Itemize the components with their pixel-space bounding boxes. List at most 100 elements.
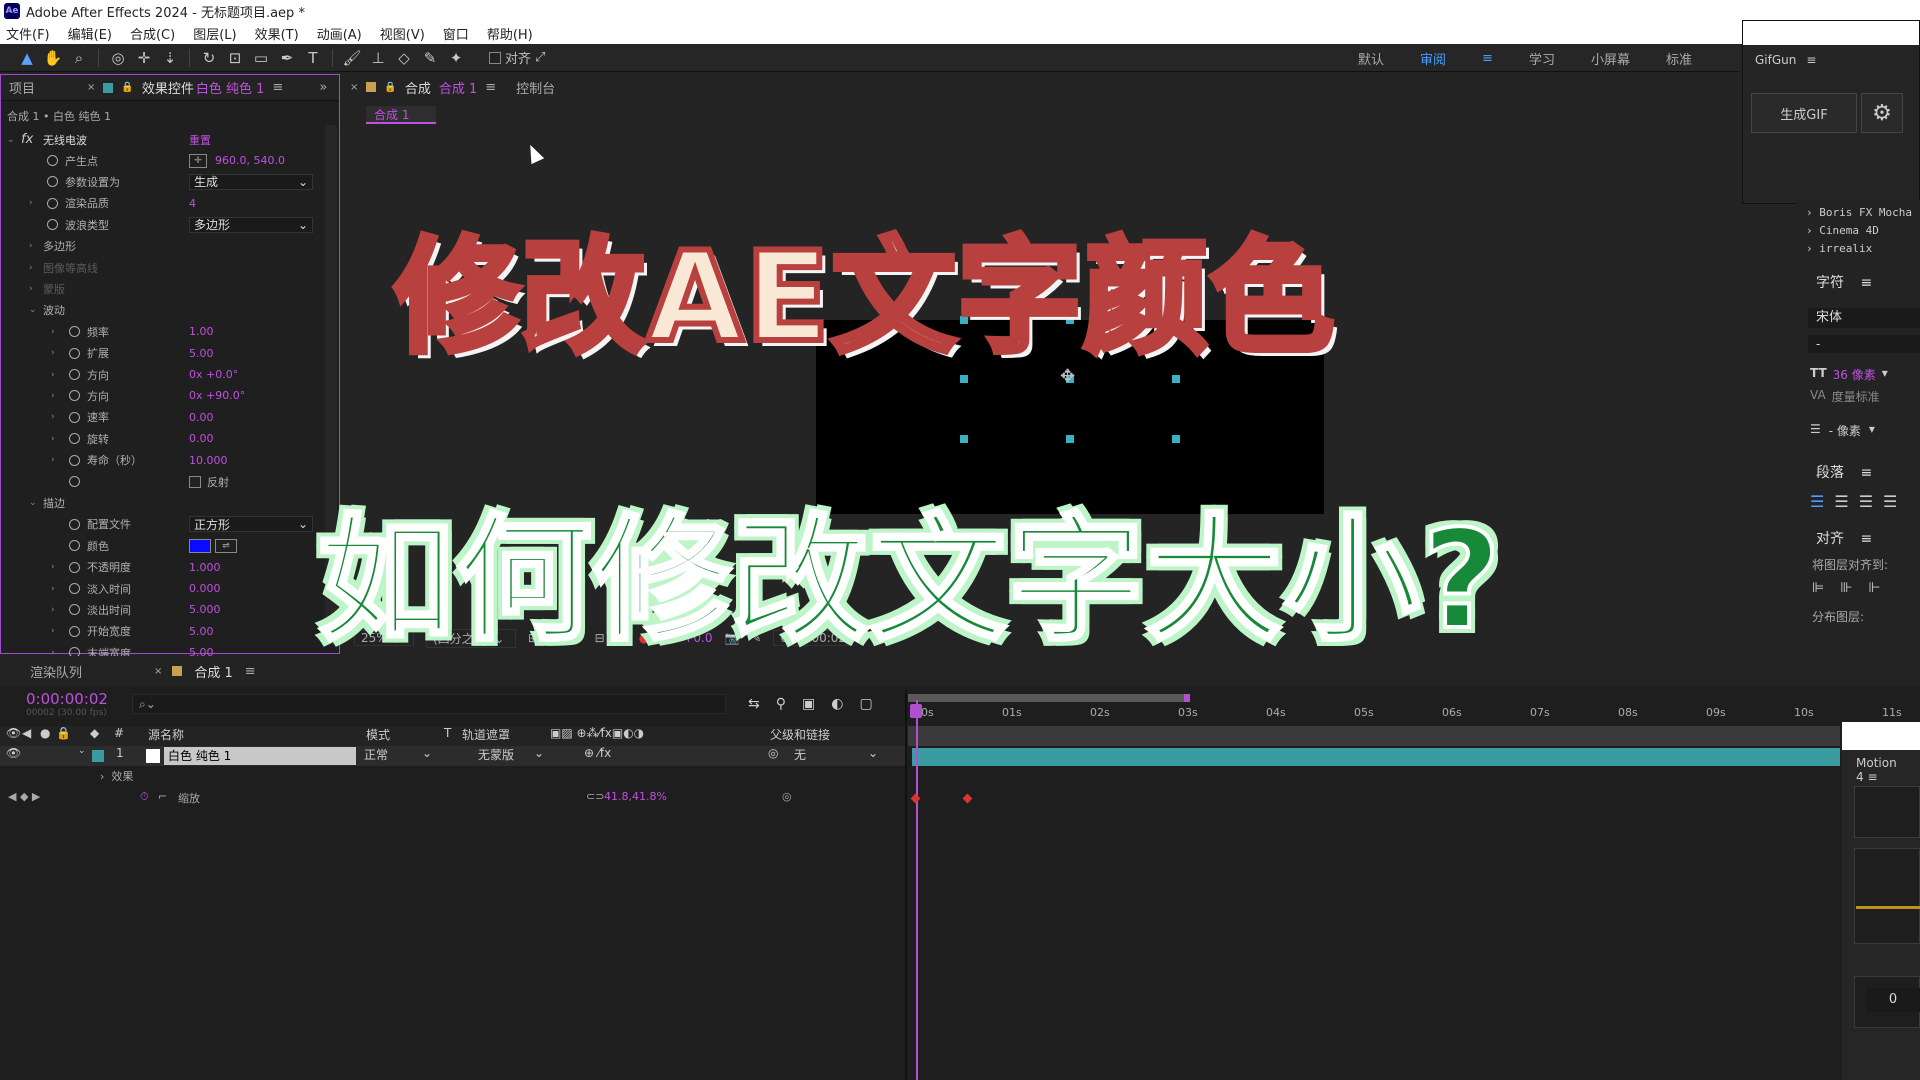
expand-icon[interactable]: › — [29, 284, 33, 294]
stopwatch-icon[interactable] — [69, 476, 80, 487]
workspace-menu-icon[interactable]: ≡ — [1464, 51, 1511, 66]
stopwatch-icon[interactable] — [69, 369, 80, 380]
leading-row[interactable]: ☰ - 像素 ▾ — [1810, 422, 1875, 439]
tracking-value[interactable]: 度量标准 — [1832, 388, 1880, 405]
close-icon[interactable]: × — [154, 666, 162, 677]
expand-icon[interactable]: › — [29, 263, 33, 273]
effect-property-row[interactable]: › 速率 0.00 — [1, 407, 323, 428]
stopwatch-icon[interactable] — [69, 540, 80, 552]
scale-subrow[interactable]: ◀ ◆ ▶ ⏱ ⌐ 缩放 ⊂⊃ 41.8,41.8% ◎ — [0, 790, 905, 808]
effect-property-row[interactable]: ⌄ 波动 — [1, 300, 323, 321]
effect-property-value[interactable]: 10.000 — [189, 454, 228, 467]
effect-property-row[interactable]: › 图像等高线 — [1, 257, 323, 278]
effect-property-row[interactable]: 波浪类型 多边形 ⌄ — [1, 214, 323, 235]
constrain-link-icon[interactable]: ⊂⊃ — [586, 790, 604, 803]
effect-property-value[interactable]: 0x +90.0° — [189, 389, 245, 402]
lock-icon[interactable]: 🔒 — [384, 82, 396, 93]
zoom-tool-icon[interactable]: ⌕ — [66, 46, 92, 70]
gifgun-title[interactable]: GifGun — [1755, 53, 1796, 67]
stopwatch-icon[interactable] — [69, 625, 80, 637]
stopwatch-icon[interactable]: ⏱ — [140, 790, 149, 804]
preset-item[interactable]: › Cinema 4D — [1806, 222, 1912, 240]
workspace-small-screen[interactable]: 小屏幕 — [1573, 49, 1648, 68]
effect-property-row[interactable]: › 寿命（秒） 10.000 — [1, 450, 323, 471]
timeline-timecode[interactable]: 0:00:00:02 — [26, 690, 108, 708]
playhead[interactable] — [916, 700, 918, 1080]
align-h-center-icon[interactable]: ⊪ — [1840, 580, 1852, 596]
selection-tool-icon[interactable]: ▲ — [14, 46, 40, 70]
anchor-tool-icon[interactable]: ⊡ — [222, 46, 248, 70]
paragraph-panel-title[interactable]: 段落 ≡ — [1816, 462, 1872, 482]
layer-name[interactable]: 白色 纯色 1 — [164, 747, 356, 765]
pan-camera-icon[interactable]: ✛ — [131, 46, 157, 70]
rectangle-tool-icon[interactable]: ▭ — [248, 46, 274, 70]
scale-value[interactable]: 41.8,41.8% — [604, 790, 667, 803]
comp-flowchart-icon[interactable]: ⇆ — [748, 696, 760, 712]
tab-render-queue[interactable]: 渲染队列 — [30, 662, 130, 681]
eyedropper-icon[interactable]: ⇌ — [215, 538, 237, 553]
pickwhip-icon[interactable]: ◎ — [768, 746, 778, 760]
close-icon[interactable]: × — [350, 82, 358, 93]
tab-effect-controls[interactable]: 效果控件 — [142, 78, 194, 97]
workspace-standard[interactable]: 标准 — [1648, 49, 1710, 68]
preset-item[interactable]: › irrealix — [1806, 240, 1912, 258]
frame-blending-icon[interactable]: ▣ — [802, 696, 815, 712]
expand-icon[interactable]: › — [51, 327, 55, 337]
align-center-icon[interactable]: ☰ — [1834, 492, 1848, 511]
menu-layer[interactable]: 图层(L) — [193, 24, 236, 43]
panel-menu-icon[interactable]: ≡ — [1806, 53, 1816, 67]
font-size-row[interactable]: TT 36 像素 ▾ — [1810, 366, 1888, 383]
effect-property-row[interactable]: › 开始宽度 5.00 — [1, 621, 323, 642]
effect-property-row[interactable]: › 频率 1.00 — [1, 321, 323, 342]
effect-reset-link[interactable]: 重置 — [189, 132, 211, 148]
effect-property-row[interactable]: › 渲染品质 4 — [1, 193, 323, 214]
panel-menu-icon[interactable]: ≡ — [245, 664, 256, 679]
align-right-icon[interactable]: ☰ — [1859, 492, 1873, 511]
blend-mode-dropdown[interactable]: 正常 ⌄ — [364, 746, 432, 763]
tab-console[interactable]: 控制台 — [516, 78, 555, 97]
leading-value[interactable]: - 像素 — [1829, 422, 1861, 439]
workspace-review[interactable]: 审阅 — [1402, 49, 1464, 68]
expand-panels-icon[interactable]: » — [319, 80, 327, 95]
fx-icon[interactable]: fx — [21, 132, 33, 147]
tab-timeline-comp[interactable]: 合成 1 — [194, 662, 232, 681]
align-right-edges-icon[interactable]: ⊩ — [1868, 580, 1880, 596]
menu-file[interactable]: 文件(F) — [6, 24, 50, 43]
panel-menu-icon[interactable]: ≡ — [1860, 275, 1872, 291]
effect-property-row[interactable]: › 蒙版 — [1, 278, 323, 299]
effect-property-row[interactable]: › 不透明度 1.000 — [1, 557, 323, 578]
puppet-pin-icon[interactable]: ✦ — [443, 46, 469, 70]
effect-property-row[interactable]: › 方向 0x +90.0° — [1, 385, 323, 406]
snapping-toggle[interactable]: 对齐 ⤢ — [489, 48, 545, 67]
menu-composition[interactable]: 合成(C) — [130, 24, 175, 43]
layer-handle[interactable] — [960, 375, 968, 383]
menu-help[interactable]: 帮助(H) — [487, 24, 533, 43]
gear-icon[interactable]: ⚙ — [1861, 93, 1903, 133]
parent-header[interactable]: 父级和链接 — [770, 726, 830, 743]
effect-property-value[interactable]: 960.0, 540.0 — [215, 154, 285, 167]
justify-icon[interactable]: ☰ — [1883, 492, 1897, 511]
motion-value[interactable]: 0 — [1866, 988, 1920, 1012]
time-ruler[interactable]: 00s 01s 02s 03s 04s 05s 06s 07s 08s 09s 10s 11s — [908, 702, 1920, 724]
align-panel-title[interactable]: 对齐 ≡ — [1816, 528, 1872, 548]
effect-property-value[interactable]: 0x +0.0° — [189, 368, 238, 381]
effect-property-row[interactable]: › 多边形 — [1, 236, 323, 257]
effect-property-row[interactable]: 反射 — [1, 471, 323, 492]
dolly-camera-icon[interactable]: ⇣ — [157, 46, 183, 70]
stopwatch-icon[interactable] — [69, 347, 80, 359]
panel-menu-icon[interactable]: ≡ — [272, 80, 283, 95]
generate-gif-button[interactable]: 生成GIF — [1751, 93, 1857, 133]
expand-icon[interactable]: › — [51, 370, 55, 380]
source-name-header[interactable]: 源名称 — [148, 726, 184, 743]
expand-layer-icon[interactable]: ⌄ — [78, 746, 86, 756]
collapse-icon[interactable]: ⌄ — [29, 498, 37, 508]
stopwatch-icon[interactable] — [69, 518, 80, 530]
panel-menu-icon[interactable]: ≡ — [485, 80, 496, 95]
align-left-edges-icon[interactable]: ⊫ — [1812, 580, 1824, 596]
pen-tool-icon[interactable]: ✒ — [274, 46, 300, 70]
snapping-checkbox[interactable] — [489, 51, 501, 64]
expand-icon[interactable]: › — [51, 348, 55, 358]
effect-property-row[interactable]: › 旋转 0.00 — [1, 428, 323, 449]
effect-property-row[interactable]: › 扩展 5.00 — [1, 343, 323, 364]
character-panel-title[interactable]: 字符 ≡ — [1816, 272, 1872, 292]
